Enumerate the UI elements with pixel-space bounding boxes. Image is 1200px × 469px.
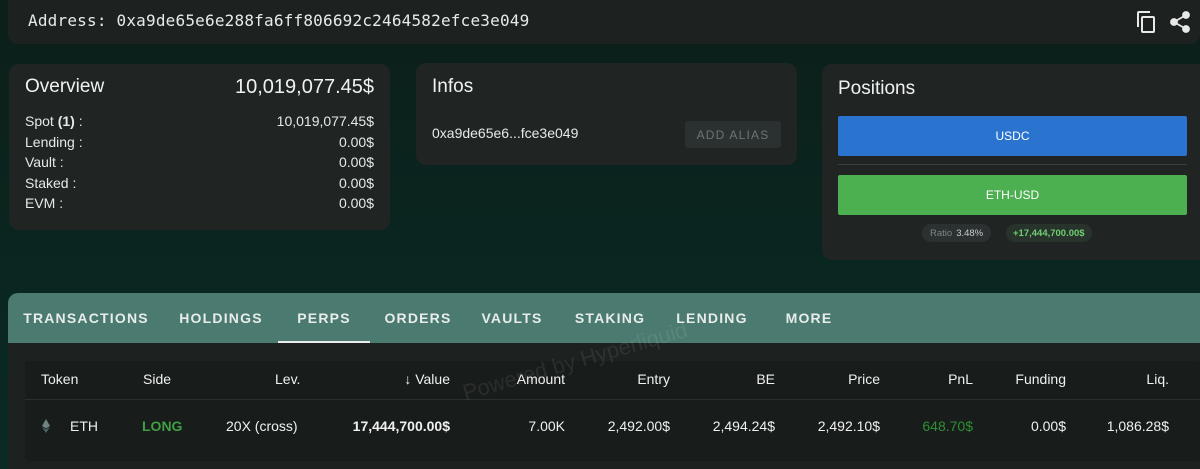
header-side[interactable]: Side — [143, 371, 171, 387]
header-be[interactable]: BE — [756, 371, 775, 387]
overview-row-staked: Staked : 0.00$ — [25, 175, 374, 196]
ratio-label: Ratio — [930, 227, 953, 239]
header-value[interactable]: ↓ Value — [404, 371, 450, 387]
overview-row-value: 0.00$ — [338, 195, 374, 211]
header-funding[interactable]: Funding — [1015, 371, 1066, 387]
overview-row-label: EVM : — [25, 195, 64, 211]
cell-token: ETH — [70, 418, 98, 434]
overview-row-evm: EVM : 0.00$ — [25, 195, 374, 216]
overview-row-spot: Spot (1) : 10,019,077.45$ — [25, 113, 374, 134]
tab-transactions[interactable]: TRANSACTIONS — [8, 293, 164, 343]
overview-row-value: 0.00$ — [338, 154, 374, 170]
sort-down-icon: ↓ — [404, 371, 412, 387]
positions-card: Positions USDC ETH-USD Ratio 3.48% +17,4… — [822, 64, 1200, 260]
tab-more[interactable]: MORE — [762, 293, 856, 343]
copy-icon[interactable] — [1134, 10, 1158, 34]
overview-row-value: 0.00$ — [338, 133, 374, 150]
cell-be: 2,494.24$ — [712, 418, 775, 434]
header-pnl[interactable]: PnL — [948, 371, 973, 387]
overview-row-label: Vault : — [25, 154, 64, 170]
cell-liq: 1,086.28$ — [1106, 418, 1169, 434]
address-bar: Address: 0xa9de65e6e288fa6ff806692c24645… — [8, 0, 1200, 44]
cell-side: LONG — [142, 418, 183, 434]
infos-title: Infos — [432, 76, 474, 97]
cell-value: 17,444,700.00$ — [352, 418, 450, 434]
overview-row-label: Staked : — [25, 174, 77, 191]
header-price[interactable]: Price — [848, 371, 880, 387]
overview-total: 10,019,077.45$ — [234, 76, 374, 98]
header-token[interactable]: Token — [41, 371, 78, 387]
pnl-chip: +17,444,700.00$ — [1006, 224, 1092, 242]
share-icon[interactable] — [1168, 10, 1192, 34]
positions-title: Positions — [838, 78, 916, 99]
tab-orders[interactable]: ORDERS — [370, 293, 466, 343]
cell-amount: 7.00K — [528, 418, 565, 434]
position-usdc-bar[interactable]: USDC — [838, 116, 1187, 156]
header-entry[interactable]: Entry — [637, 371, 670, 387]
infos-short-address: 0xa9de65e6...fce3e049 — [432, 125, 579, 141]
overview-row-value: 10,019,077.45$ — [276, 113, 374, 129]
header-liq[interactable]: Liq. — [1146, 371, 1169, 387]
tab-holdings[interactable]: HOLDINGS — [164, 293, 278, 343]
cell-funding: 0.00$ — [1030, 418, 1066, 434]
tab-bar: TRANSACTIONS HOLDINGS PERPS ORDERS VAULT… — [8, 293, 1200, 343]
perps-table: Token Side Lev. ↓ Value Amount Entry BE … — [25, 361, 1200, 461]
cell-price: 2,492.10$ — [817, 418, 880, 434]
header-lev[interactable]: Lev. — [275, 371, 300, 387]
add-alias-button[interactable]: ADD ALIAS — [685, 121, 781, 148]
eth-logo-icon — [41, 419, 51, 436]
ratio-value: 3.48% — [956, 227, 984, 239]
overview-row-lending: Lending : 0.00$ — [25, 134, 374, 155]
table-divider — [25, 399, 1200, 400]
positions-divider — [838, 164, 1187, 165]
address-text: Address: 0xa9de65e6e288fa6ff806692c24645… — [28, 11, 530, 30]
tab-vaults[interactable]: VAULTS — [466, 293, 558, 343]
ratio-chip: Ratio 3.48% — [922, 224, 992, 242]
cell-lev: 20X (cross) — [226, 418, 298, 434]
overview-title: Overview — [25, 76, 105, 97]
tab-perps[interactable]: PERPS — [278, 293, 370, 343]
overview-row-value: 0.00$ — [338, 174, 374, 191]
tabs-panel: TRANSACTIONS HOLDINGS PERPS ORDERS VAULT… — [8, 293, 1200, 469]
cell-entry: 2,492.00$ — [607, 418, 670, 434]
infos-card: Infos 0xa9de65e6...fce3e049 — [416, 63, 797, 165]
overview-row-label: Lending : — [25, 133, 83, 150]
overview-row-label: Spot (1) : — [25, 113, 83, 129]
position-eth-bar[interactable]: ETH-USD — [838, 175, 1187, 215]
cell-pnl: 648.70$ — [922, 418, 973, 434]
overview-row-vault: Vault : 0.00$ — [25, 154, 374, 175]
overview-card: Overview 10,019,077.45$ Spot (1) : 10,01… — [9, 64, 390, 230]
